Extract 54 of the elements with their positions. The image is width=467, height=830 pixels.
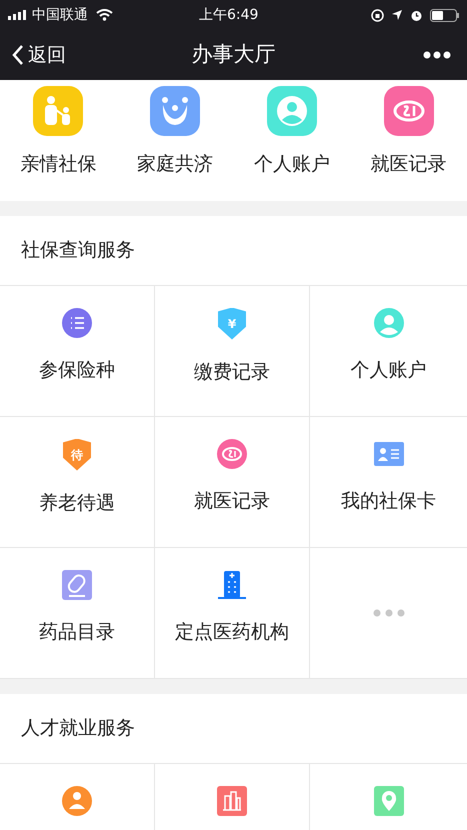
service-tile[interactable]: 我的社保卡 xyxy=(310,416,467,548)
more-dots-icon xyxy=(372,608,404,616)
parent-child-icon xyxy=(33,86,84,136)
building-icon xyxy=(217,786,247,816)
shortcut-label: 就医记录 xyxy=(370,152,447,177)
list-icon xyxy=(62,308,92,338)
service-label: 定点医药机构 xyxy=(175,620,289,644)
shortcut-label: 亲情社保 xyxy=(20,152,96,177)
location-arrow-icon xyxy=(391,9,403,21)
more-tile[interactable] xyxy=(310,548,467,678)
service-tile[interactable]: 药品目录 xyxy=(0,548,155,678)
shortcut-item[interactable]: 家庭共济 xyxy=(116,86,234,178)
battery-icon xyxy=(430,8,459,22)
service-tile[interactable]: 个人账户 xyxy=(310,286,467,416)
back-chevron-icon xyxy=(12,44,24,66)
section-title: 人才就业服务 xyxy=(21,716,135,741)
page-title: 办事大厅 xyxy=(192,41,276,68)
back-button[interactable]: 返回 xyxy=(12,40,66,70)
shortcut-label: 个人账户 xyxy=(254,152,330,177)
shield-icon: ¥ xyxy=(218,308,246,340)
user-icon xyxy=(266,86,317,136)
insurance-logo-icon xyxy=(217,438,247,468)
carrier-name: 中国联通 xyxy=(32,6,88,24)
person-icon xyxy=(62,786,92,816)
service-tile[interactable]: ¥ 缴费记录 xyxy=(155,286,310,416)
service-label: 药品目录 xyxy=(39,620,115,644)
service-label: 就医记录 xyxy=(194,488,270,514)
service-label: 养老待遇 xyxy=(39,490,115,516)
user-icon xyxy=(374,308,404,338)
people-embrace-icon xyxy=(150,86,200,136)
alarm-icon xyxy=(410,8,423,22)
service-tile[interactable]: 参保险种 xyxy=(0,286,155,416)
service-tile[interactable]: 就医记录 xyxy=(155,416,310,548)
shortcut-item[interactable]: 亲情社保 xyxy=(0,86,117,178)
insurance-logo-icon xyxy=(384,86,434,136)
location-pin-icon xyxy=(374,786,404,816)
service-label: 个人账户 xyxy=(350,358,426,382)
service-label: 我的社保卡 xyxy=(341,488,436,514)
signal-icon xyxy=(8,10,28,20)
shortcut-label: 家庭共济 xyxy=(137,152,214,177)
service-label: 缴费记录 xyxy=(194,360,270,384)
clock-time: 上午6:49 xyxy=(199,6,258,24)
shield-icon: 待 xyxy=(63,438,91,470)
section-title: 社保查询服务 xyxy=(21,238,135,263)
hospital-building-icon xyxy=(217,570,247,600)
more-icon[interactable] xyxy=(423,51,451,59)
wifi-icon xyxy=(96,9,113,21)
shortcut-item[interactable]: 就医记录 xyxy=(350,86,467,178)
service-tile[interactable]: 定点医药机构 xyxy=(155,548,310,678)
pill-icon xyxy=(62,570,92,600)
service-label: 参保险种 xyxy=(39,358,115,382)
shortcut-item[interactable]: 个人账户 xyxy=(234,86,350,178)
rotation-lock-icon xyxy=(371,8,384,22)
service-tile[interactable]: 待 养老待遇 xyxy=(0,416,155,548)
